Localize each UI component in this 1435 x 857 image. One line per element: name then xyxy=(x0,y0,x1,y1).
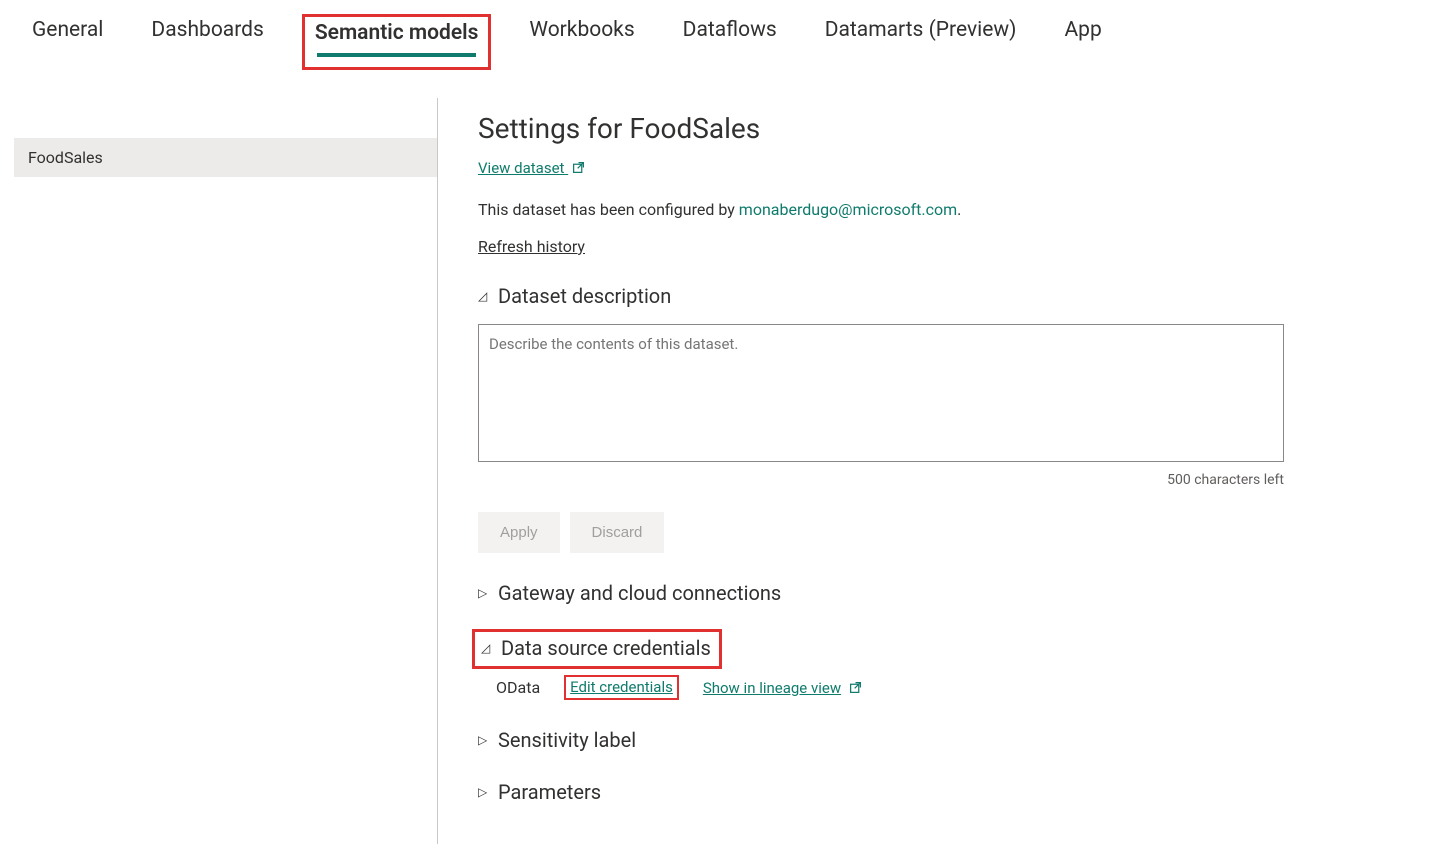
section-dataset-description: ◿ Dataset description 500 characters lef… xyxy=(478,284,1298,553)
tab-dashboards[interactable]: Dashboards xyxy=(151,18,263,56)
tab-app[interactable]: App xyxy=(1064,18,1101,56)
refresh-history-link[interactable]: Refresh history xyxy=(478,237,585,256)
tab-dataflows[interactable]: Dataflows xyxy=(683,18,777,56)
section-title-parameters: Parameters xyxy=(498,780,601,804)
sidebar: FoodSales xyxy=(0,98,438,844)
external-link-icon xyxy=(849,679,862,698)
main-content: Settings for FoodSales View dataset This… xyxy=(438,98,1338,844)
page-title: Settings for FoodSales xyxy=(478,112,1298,145)
highlight-edit-credentials: Edit credentials xyxy=(564,675,679,700)
highlight-credentials-title: ◿ Data source credentials xyxy=(472,629,722,669)
section-title-credentials[interactable]: Data source credentials xyxy=(501,636,711,660)
discard-button[interactable]: Discard xyxy=(570,512,665,553)
section-gateway: ▷ Gateway and cloud connections xyxy=(478,581,1298,605)
tab-workbooks[interactable]: Workbooks xyxy=(529,18,634,56)
edit-credentials-link[interactable]: Edit credentials xyxy=(570,678,673,696)
section-title-description: Dataset description xyxy=(498,284,671,308)
characters-left: 500 characters left xyxy=(478,472,1284,488)
description-textarea[interactable] xyxy=(478,324,1284,462)
section-title-gateway: Gateway and cloud connections xyxy=(498,581,781,605)
tabstrip: General Dashboards Semantic models Workb… xyxy=(0,0,1435,70)
show-in-lineage-link[interactable]: Show in lineage view xyxy=(703,679,841,697)
section-sensitivity: ▷ Sensitivity label xyxy=(478,728,1298,752)
view-dataset-label: View dataset xyxy=(478,159,564,177)
external-link-icon xyxy=(572,161,585,178)
highlight-tab-semantic-models: Semantic models xyxy=(302,14,492,70)
section-title-sensitivity: Sensitivity label xyxy=(498,728,636,752)
apply-button[interactable]: Apply xyxy=(478,512,560,553)
tab-general[interactable]: General xyxy=(32,18,103,56)
section-head-parameters[interactable]: ▷ Parameters xyxy=(478,780,1298,804)
sidebar-item-foodsales[interactable]: FoodSales xyxy=(14,138,437,177)
section-head-description[interactable]: ◿ Dataset description xyxy=(478,284,1298,308)
triangle-collapsed-icon: ▷ xyxy=(478,733,492,747)
configured-by-email: monaberdugo@microsoft.com xyxy=(739,200,957,219)
section-head-sensitivity[interactable]: ▷ Sensitivity label xyxy=(478,728,1298,752)
configured-by-text: This dataset has been configured by mona… xyxy=(478,200,1298,219)
data-source-type: OData xyxy=(496,678,540,697)
triangle-expanded-icon: ◿ xyxy=(478,289,492,303)
section-credentials: ◿ Data source credentials OData Edit cre… xyxy=(478,633,1298,700)
triangle-collapsed-icon: ▷ xyxy=(478,586,492,600)
triangle-expanded-icon: ◿ xyxy=(481,641,495,655)
tab-semantic-models[interactable]: Semantic models xyxy=(315,21,479,53)
triangle-collapsed-icon: ▷ xyxy=(478,785,492,799)
section-parameters: ▷ Parameters xyxy=(478,780,1298,804)
section-head-gateway[interactable]: ▷ Gateway and cloud connections xyxy=(478,581,1298,605)
tab-datamarts[interactable]: Datamarts (Preview) xyxy=(825,18,1017,56)
view-dataset-link[interactable]: View dataset xyxy=(478,159,568,177)
